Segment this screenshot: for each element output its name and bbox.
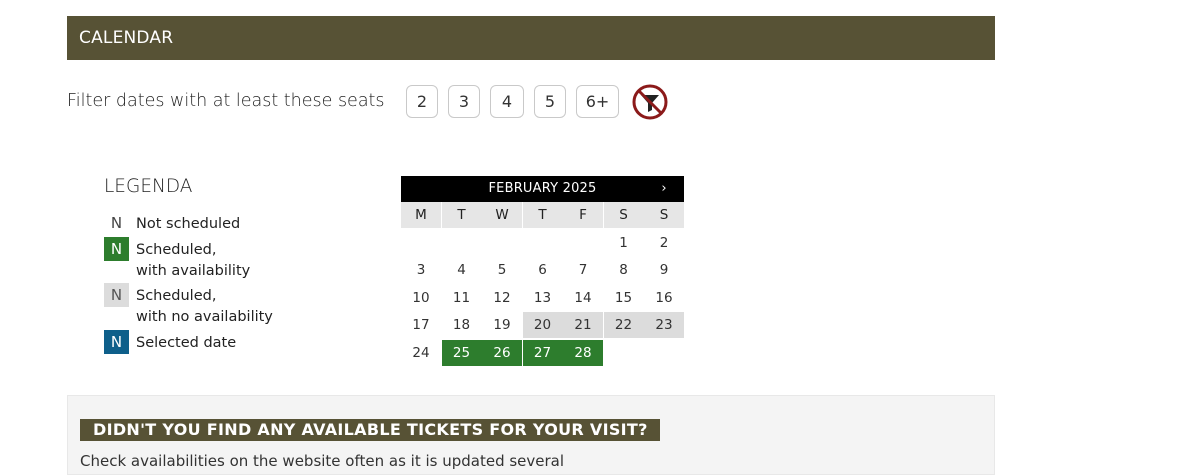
calendar-day-24: 24	[412, 344, 430, 361]
filter-label: Filter dates with at least these seats	[67, 91, 385, 111]
calendar-header: CALENDAR	[67, 16, 995, 60]
calendar-day-18: 18	[452, 317, 471, 333]
calendar-day-8: 8	[619, 262, 628, 278]
calendar-day-16: 16	[655, 289, 673, 306]
calendar-day-27[interactable]: 27	[522, 339, 563, 366]
calendar-empty-cell	[563, 230, 603, 256]
calendar-empty-cell	[442, 230, 482, 256]
legend-label: Scheduled, with availability	[136, 242, 251, 279]
calendar-day-28[interactable]: 28	[563, 339, 603, 366]
next-month-button[interactable]: ›	[644, 176, 684, 202]
legend-swatch: N	[104, 330, 129, 354]
calendar-empty-cell	[482, 230, 522, 256]
calendar-day-25[interactable]: 25	[441, 339, 482, 366]
calendar-day-5: 5	[497, 262, 507, 278]
calendar-day-19: 19	[493, 317, 511, 333]
weekday-header: F	[563, 202, 603, 228]
legend-label: Not scheduled	[136, 216, 241, 232]
calendar-day-7: 7	[578, 262, 588, 278]
calendar-day-21: 21	[563, 312, 603, 338]
seat-filter-2-button[interactable]: 2	[406, 85, 438, 118]
header-title: CALENDAR	[79, 28, 174, 48]
seat-filter-3-button[interactable]: 3	[448, 85, 480, 118]
info-title: DIDN'T YOU FIND ANY AVAILABLE TICKETS FO…	[80, 419, 660, 441]
legend-label: Selected date	[136, 335, 237, 351]
legend-swatch: N	[104, 211, 129, 235]
legend-label: Scheduled, with no availability	[136, 288, 273, 325]
calendar-empty-cell	[604, 340, 644, 366]
calendar-day-1: 1	[619, 234, 628, 251]
calendar-empty-cell	[523, 230, 563, 256]
calendar-empty-cell	[401, 230, 441, 256]
calendar-day-4: 4	[457, 262, 466, 278]
month-calendar: FEBRUARY 2025 › M T W T F S S 1 2 3 4 5 6 7 8 9 10 11 12 13…	[401, 176, 684, 366]
weekday-header: W	[482, 202, 522, 228]
month-title: FEBRUARY 2025	[488, 181, 597, 196]
calendar-day-15: 15	[614, 289, 633, 306]
weekday-header: S	[644, 202, 684, 228]
calendar-month-header: FEBRUARY 2025 ›	[401, 176, 684, 202]
prev-month-placeholder	[401, 176, 441, 202]
calendar-empty-cell	[644, 340, 684, 366]
info-text: Check availabilities on the website ofte…	[80, 452, 565, 470]
calendar-day-13: 13	[533, 289, 552, 306]
calendar-day-2: 2	[659, 234, 669, 251]
legend-swatch: N	[104, 283, 129, 307]
calendar-grid: M T W T F S S 1 2 3 4 5 6 7 8 9 10 11 12 13 14 15 16 17 18 19 20 21…	[401, 202, 684, 366]
calendar-day-6: 6	[538, 262, 547, 278]
weekday-header: T	[441, 202, 482, 228]
weekday-header: M	[401, 202, 441, 228]
legend-title: LEGENDA	[104, 176, 193, 197]
no-tickets-info: DIDN'T YOU FIND ANY AVAILABLE TICKETS FO…	[67, 395, 995, 475]
calendar-day-11: 11	[452, 289, 471, 306]
calendar-day-3: 3	[416, 262, 426, 278]
calendar-day-10: 10	[412, 289, 430, 306]
legend-swatch: N	[104, 237, 129, 261]
calendar-day-12: 12	[493, 289, 511, 306]
seat-filter-6plus-button[interactable]: 6+	[576, 85, 619, 118]
seat-filter-5-button[interactable]: 5	[534, 85, 566, 118]
weekday-header: T	[522, 202, 563, 228]
calendar-day-14: 14	[574, 289, 592, 306]
seat-filter-4-button[interactable]: 4	[490, 85, 524, 118]
calendar-day-22: 22	[603, 312, 644, 338]
calendar-day-20: 20	[522, 312, 563, 338]
calendar-day-23: 23	[644, 312, 684, 338]
filter-off-icon[interactable]	[631, 84, 669, 120]
weekday-header: S	[603, 202, 644, 228]
calendar-day-9: 9	[659, 262, 669, 278]
calendar-day-17: 17	[412, 317, 430, 333]
calendar-day-26[interactable]: 26	[482, 339, 522, 366]
